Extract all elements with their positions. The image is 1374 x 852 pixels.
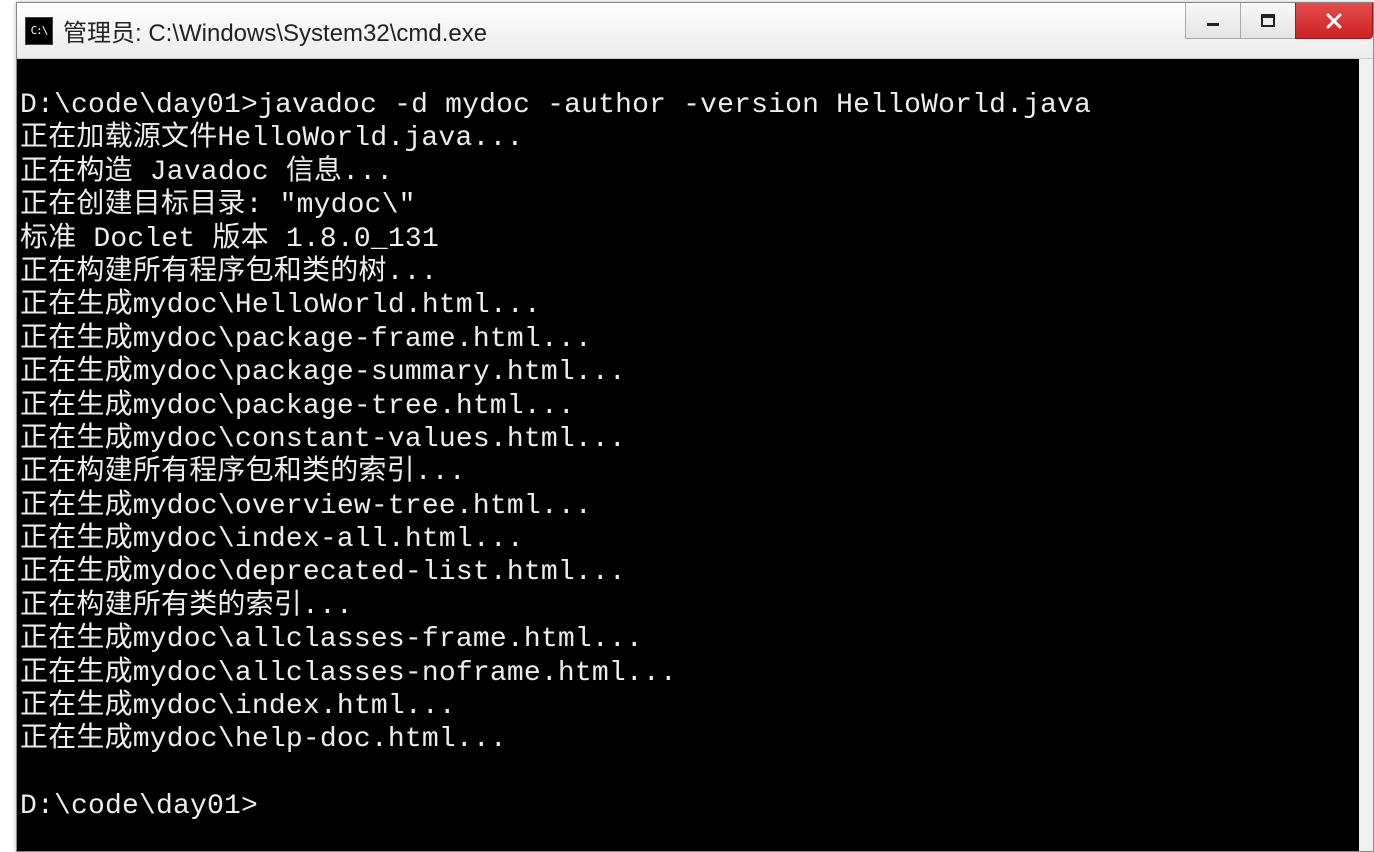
prompt-line: D:\code\day01>: [20, 790, 1359, 823]
command-text: javadoc -d mydoc -author -version HelloW…: [258, 90, 1091, 121]
output-line: 正在构建所有程序包和类的索引...: [20, 456, 1359, 489]
command-line: D:\code\day01>javadoc -d mydoc -author -…: [20, 89, 1359, 122]
output-line: 正在生成mydoc\package-summary.html...: [20, 356, 1359, 389]
output-line: 正在构造 Javadoc 信息...: [20, 156, 1359, 189]
output-line: 标准 Doclet 版本 1.8.0_131: [20, 223, 1359, 256]
cmd-window: C:\ 管理员: C:\Windows\System32\cmd.exe D:\…: [16, 2, 1374, 852]
output-line: 正在生成mydoc\index.html...: [20, 690, 1359, 723]
minimize-button[interactable]: [1185, 3, 1241, 39]
output-line: 正在生成mydoc\package-tree.html...: [20, 390, 1359, 423]
prompt: D:\code\day01>: [20, 791, 258, 822]
maximize-button[interactable]: [1240, 3, 1296, 39]
output-line: 正在构建所有程序包和类的树...: [20, 256, 1359, 289]
cmd-icon: C:\: [25, 17, 53, 45]
window-controls: [1186, 3, 1373, 39]
prompt: D:\code\day01>: [20, 90, 258, 121]
output-line: 正在加载源文件HelloWorld.java...: [20, 122, 1359, 155]
output-line: 正在生成mydoc\package-frame.html...: [20, 323, 1359, 356]
close-icon: [1324, 13, 1344, 29]
output-line: 正在生成mydoc\allclasses-noframe.html...: [20, 657, 1359, 690]
output-line: 正在生成mydoc\help-doc.html...: [20, 723, 1359, 756]
maximize-icon: [1260, 13, 1276, 29]
output-line: 正在生成mydoc\deprecated-list.html...: [20, 556, 1359, 589]
console-output[interactable]: D:\code\day01>javadoc -d mydoc -author -…: [17, 59, 1373, 851]
close-button[interactable]: [1295, 3, 1373, 39]
cmd-icon-label: C:\: [31, 25, 48, 36]
window-titlebar[interactable]: C:\ 管理员: C:\Windows\System32\cmd.exe: [17, 3, 1373, 59]
output-line: 正在生成mydoc\index-all.html...: [20, 523, 1359, 556]
blank-line: [20, 757, 1359, 790]
minimize-icon: [1205, 13, 1221, 29]
output-line: 正在生成mydoc\constant-values.html...: [20, 423, 1359, 456]
output-line: 正在生成mydoc\overview-tree.html...: [20, 490, 1359, 523]
window-title: 管理员: C:\Windows\System32\cmd.exe: [63, 13, 1373, 48]
output-line: 正在创建目标目录: "mydoc\": [20, 189, 1359, 222]
output-line: 正在生成mydoc\allclasses-frame.html...: [20, 623, 1359, 656]
output-line: 正在生成mydoc\HelloWorld.html...: [20, 289, 1359, 322]
output-line: 正在构建所有类的索引...: [20, 590, 1359, 623]
